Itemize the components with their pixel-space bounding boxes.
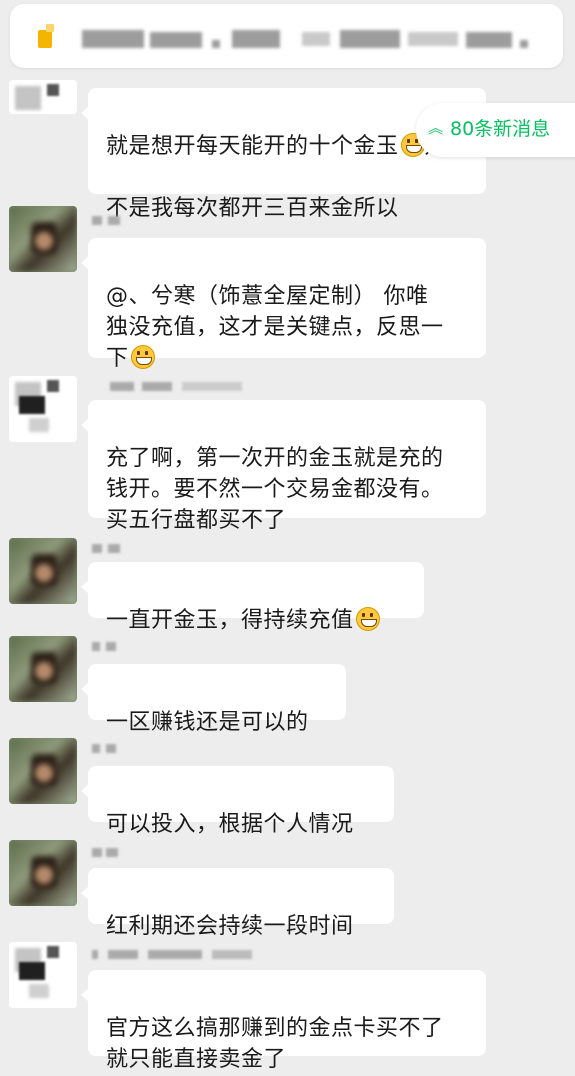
message-bubble[interactable]: 官方这么搞那赚到的金点卡买不了 就只能直接卖金了 [81, 970, 486, 1072]
message-text: 一区赚钱还是可以的 [106, 710, 309, 735]
message-text: @、兮寒（饰薏全屋定制） 你唯 独没充值，这才是关键点，反思一 下 [106, 284, 444, 371]
pinned-announcement-card[interactable] [10, 4, 563, 68]
avatar[interactable] [9, 538, 77, 604]
message-bubble[interactable]: 红利期还会持续一段时间 [81, 868, 394, 939]
blurred-text [302, 32, 330, 46]
message-text: 一直开金玉，得持续充值 [106, 608, 354, 633]
blurred-text [408, 32, 458, 46]
message-text: 官方这么搞那赚到的金点卡买不了 就只能直接卖金了 [106, 1016, 444, 1072]
double-chevron-up-icon: ︽ [428, 119, 444, 137]
avatar[interactable] [9, 942, 77, 1008]
grin-emoji [130, 345, 155, 369]
folder-icon [38, 24, 54, 48]
message-bubble[interactable]: @、兮寒（饰薏全屋定制） 你唯 独没充值，这才是关键点，反思一 下 [81, 238, 486, 371]
blurred-text [82, 30, 144, 48]
message-bubble[interactable]: 一区赚钱还是可以的 [81, 664, 346, 735]
avatar[interactable] [9, 840, 77, 906]
avatar[interactable] [9, 738, 77, 804]
blurred-text [150, 32, 202, 48]
message-bubble[interactable]: 充了啊，第一次开的金玉就是充的 钱开。要不然一个交易金都没有。 买五行盘都买不了 [81, 400, 486, 533]
avatar[interactable] [9, 206, 77, 272]
new-messages-label: 80条新消息 [450, 118, 551, 140]
avatar[interactable] [9, 80, 77, 114]
new-messages-button[interactable]: ︽ 80条新消息 [416, 103, 575, 157]
message-text: 就是想开每天能开的十个金玉 [106, 134, 399, 159]
blurred-text [232, 30, 280, 48]
message-bubble[interactable]: 可以投入，根据个人情况 [81, 766, 394, 837]
blurred-text [340, 30, 400, 48]
blurred-text [520, 40, 528, 48]
message-bubble[interactable]: 一直开金玉，得持续充值 [81, 562, 424, 633]
blurred-text [212, 40, 220, 48]
avatar[interactable] [9, 636, 77, 702]
message-text: 不是我每次都开三百来金所以 [106, 196, 399, 221]
avatar[interactable] [9, 376, 77, 442]
message-text: 充了啊，第一次开的金玉就是充的 钱开。要不然一个交易金都没有。 买五行盘都买不了 [106, 446, 444, 533]
message-text: 可以投入，根据个人情况 [106, 812, 354, 837]
message-text: 红利期还会持续一段时间 [106, 914, 354, 939]
blurred-text [466, 32, 512, 48]
grin-emoji [355, 607, 380, 631]
